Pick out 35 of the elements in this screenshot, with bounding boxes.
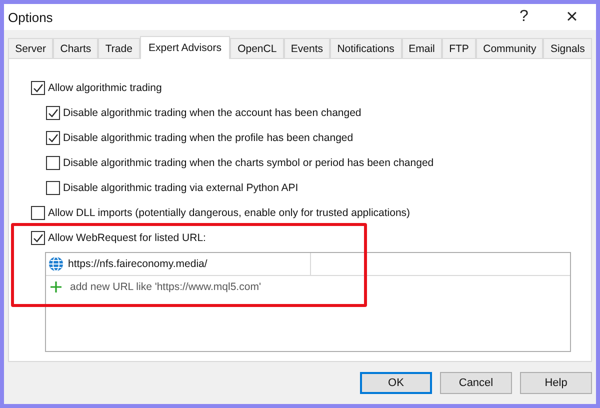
- checkbox[interactable]: [31, 230, 45, 244]
- url-text[interactable]: https://nfs.faireconomy.media/: [68, 258, 208, 270]
- tab[interactable]: Community: [476, 38, 544, 58]
- checkbox[interactable]: [31, 206, 45, 220]
- dialog-button[interactable]: Cancel: [440, 372, 512, 394]
- tab[interactable]: Signals: [543, 38, 592, 58]
- tab[interactable]: Events: [284, 38, 330, 58]
- tab[interactable]: OpenCL: [230, 38, 284, 58]
- checkbox-label: Disable algorithmic trading via external Python API: [63, 182, 298, 194]
- checkbox[interactable]: [31, 80, 45, 94]
- dialog-button[interactable]: Help: [520, 372, 592, 394]
- tab[interactable]: Expert Advisors: [140, 36, 230, 59]
- tab[interactable]: Notifications: [330, 38, 402, 58]
- close-button[interactable]: ×: [548, 4, 596, 30]
- tab[interactable]: Email: [402, 38, 442, 58]
- tab[interactable]: Trade: [98, 38, 140, 58]
- tab[interactable]: FTP: [442, 38, 476, 58]
- tab[interactable]: Server: [8, 38, 54, 58]
- checkbox[interactable]: [46, 156, 60, 170]
- window-title: Options: [8, 10, 53, 24]
- help-button[interactable]: ?: [500, 4, 548, 30]
- checkbox-label: Allow DLL imports (potentially dangerous, enable only for trusted applications): [48, 206, 410, 218]
- checkbox-label: Disable algorithmic trading when the profile has been changed: [63, 132, 354, 144]
- checkbox[interactable]: [46, 130, 60, 144]
- add-url-hint[interactable]: add new URL like 'https://www.mql5.com': [70, 281, 261, 293]
- plus-icon[interactable]: [50, 281, 62, 293]
- checkbox[interactable]: [46, 106, 60, 120]
- checkbox-label: Disable algorithmic trading when the account has been changed: [63, 106, 362, 118]
- checkbox-label: Allow WebRequest for listed URL:: [48, 232, 206, 244]
- tab[interactable]: Charts: [53, 38, 98, 58]
- checkbox-label: Disable algorithmic trading when the charts symbol or period has been changed: [63, 156, 434, 168]
- checkbox[interactable]: [46, 180, 60, 194]
- dialog-button[interactable]: OK: [360, 372, 432, 394]
- checkbox-label: Allow algorithmic trading: [48, 82, 162, 94]
- globe-icon: [48, 256, 64, 272]
